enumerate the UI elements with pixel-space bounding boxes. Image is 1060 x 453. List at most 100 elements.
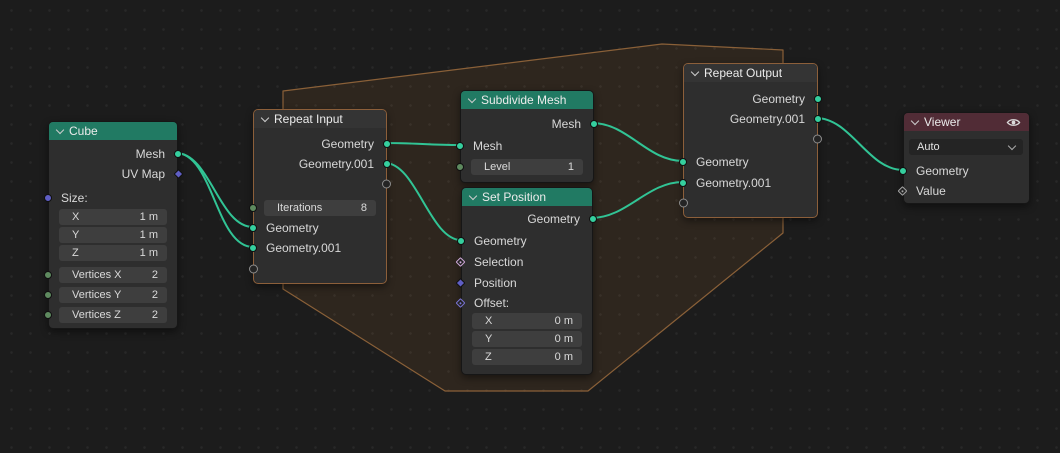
field-label: Level <box>484 161 510 173</box>
mesh-output-socket[interactable] <box>174 150 182 158</box>
node-title: Repeat Output <box>704 66 782 80</box>
collapse-chevron-icon[interactable] <box>691 67 699 75</box>
geometry-output-socket[interactable] <box>814 95 822 103</box>
node-editor-canvas[interactable]: Cube Mesh UV Map Size: X 1 m Y 1 m <box>0 0 1060 453</box>
field-value: 0 m <box>555 315 573 327</box>
field-row: Level 1 <box>461 159 593 175</box>
collapse-chevron-icon[interactable] <box>469 191 477 199</box>
field-value: 1 m <box>140 247 158 259</box>
field-row: Y 0 m <box>462 331 592 347</box>
level-field[interactable]: Level 1 <box>471 159 583 175</box>
input-row: Geometry.001 <box>254 238 386 258</box>
extend-output-socket[interactable] <box>382 180 391 189</box>
offset-y-field[interactable]: Y 0 m <box>472 331 582 347</box>
mesh-input-socket[interactable] <box>456 142 464 150</box>
socket-label: Geometry.001 <box>299 157 374 171</box>
socket-label: Geometry <box>527 212 580 226</box>
output-row <box>684 129 817 149</box>
node-repeat-input[interactable]: Repeat Input Geometry Geometry.001 Itera… <box>253 109 387 284</box>
extend-output-socket[interactable] <box>813 135 822 144</box>
vertices-z-input-socket[interactable] <box>44 311 52 319</box>
level-input-socket[interactable] <box>456 163 464 171</box>
geometry001-output-socket[interactable] <box>814 115 822 123</box>
field-value: 0 m <box>555 333 573 345</box>
geometry-output-socket[interactable] <box>589 215 597 223</box>
viewer-mode-dropdown[interactable]: Auto <box>909 139 1023 155</box>
node-cube-header[interactable]: Cube <box>49 122 177 140</box>
geometry001-input-socket[interactable] <box>679 179 687 187</box>
node-viewer-header[interactable]: Viewer <box>904 113 1029 131</box>
socket-label: Geometry <box>696 155 749 169</box>
node-subdivide-mesh-header[interactable]: Subdivide Mesh <box>461 91 593 109</box>
output-row: Geometry <box>462 209 592 229</box>
vertices-x-field[interactable]: Vertices X 2 <box>59 267 167 283</box>
extend-input-socket[interactable] <box>679 199 688 208</box>
size-input-socket[interactable] <box>44 194 52 202</box>
node-set-position[interactable]: Set Position Geometry Geometry Selection… <box>461 187 593 375</box>
collapse-chevron-icon[interactable] <box>911 116 919 124</box>
field-label: Z <box>485 351 492 363</box>
input-row: Value <box>904 181 1029 201</box>
collapse-chevron-icon[interactable] <box>56 125 64 133</box>
geometry-input-socket[interactable] <box>457 237 465 245</box>
node-repeat-output-header[interactable]: Repeat Output <box>684 64 817 82</box>
field-label: Iterations <box>277 202 322 214</box>
node-subdivide-mesh[interactable]: Subdivide Mesh Mesh Mesh Level 1 <box>460 90 594 183</box>
node-cube[interactable]: Cube Mesh UV Map Size: X 1 m Y 1 m <box>48 121 178 329</box>
field-value: 2 <box>152 289 158 301</box>
wire-repeatoutput-geometry001-to-viewer-geometry[interactable] <box>816 118 903 170</box>
vertices-y-field[interactable]: Vertices Y 2 <box>59 287 167 303</box>
socket-label: Geometry <box>266 221 319 235</box>
vertices-y-input-socket[interactable] <box>44 291 52 299</box>
node-title: Viewer <box>924 115 960 129</box>
node-set-position-header[interactable]: Set Position <box>462 188 592 206</box>
collapse-chevron-icon[interactable] <box>261 113 269 121</box>
geometry-input-socket[interactable] <box>899 167 907 175</box>
vertices-z-field[interactable]: Vertices Z 2 <box>59 307 167 323</box>
output-row: UV Map <box>49 164 177 184</box>
geometry-output-socket[interactable] <box>383 140 391 148</box>
input-row: Size: <box>49 188 177 208</box>
collapse-chevron-icon[interactable] <box>468 94 476 102</box>
geometry001-input-socket[interactable] <box>249 244 257 252</box>
eye-icon[interactable] <box>1006 117 1021 128</box>
input-row <box>254 259 386 279</box>
node-title: Repeat Input <box>274 112 343 126</box>
socket-label: UV Map <box>122 167 165 181</box>
offset-z-field[interactable]: Z 0 m <box>472 349 582 365</box>
node-title: Subdivide Mesh <box>481 93 566 107</box>
socket-label: Mesh <box>552 117 581 131</box>
field-label: X <box>485 315 492 327</box>
geometry001-output-socket[interactable] <box>383 160 391 168</box>
input-row: Geometry <box>254 218 386 238</box>
field-row: Z 1 m <box>49 245 177 261</box>
geometry-input-socket[interactable] <box>679 158 687 166</box>
extend-input-socket[interactable] <box>249 265 258 274</box>
field-value: 1 m <box>140 229 158 241</box>
iterations-field[interactable]: Iterations 8 <box>264 200 376 216</box>
iterations-input-socket[interactable] <box>249 204 257 212</box>
socket-label: Geometry.001 <box>730 112 805 126</box>
size-z-field[interactable]: Z 1 m <box>59 245 167 261</box>
field-value: 2 <box>152 269 158 281</box>
node-repeat-output[interactable]: Repeat Output Geometry Geometry.001 Geom… <box>683 63 818 218</box>
node-repeat-input-header[interactable]: Repeat Input <box>254 110 386 128</box>
mesh-output-socket[interactable] <box>590 120 598 128</box>
field-value: 1 m <box>140 211 158 223</box>
geometry-input-socket[interactable] <box>249 224 257 232</box>
field-label: Vertices Z <box>72 309 121 321</box>
socket-label: Mesh <box>473 139 502 153</box>
wire-cube-mesh-to-repeatinput-geometry[interactable] <box>176 153 253 227</box>
vertices-x-input-socket[interactable] <box>44 271 52 279</box>
offset-x-field[interactable]: X 0 m <box>472 313 582 329</box>
size-y-field[interactable]: Y 1 m <box>59 227 167 243</box>
socket-label: Position <box>474 276 517 290</box>
socket-label: Geometry.001 <box>696 176 771 190</box>
size-x-field[interactable]: X 1 m <box>59 209 167 225</box>
node-viewer[interactable]: Viewer Auto Geometry Value <box>903 112 1030 204</box>
field-label: Vertices Y <box>72 289 121 301</box>
socket-label: Offset: <box>474 296 509 310</box>
wire-cube-mesh-to-repeatinput-geometry001[interactable] <box>176 153 253 247</box>
socket-label: Mesh <box>136 147 165 161</box>
node-title: Set Position <box>482 190 546 204</box>
